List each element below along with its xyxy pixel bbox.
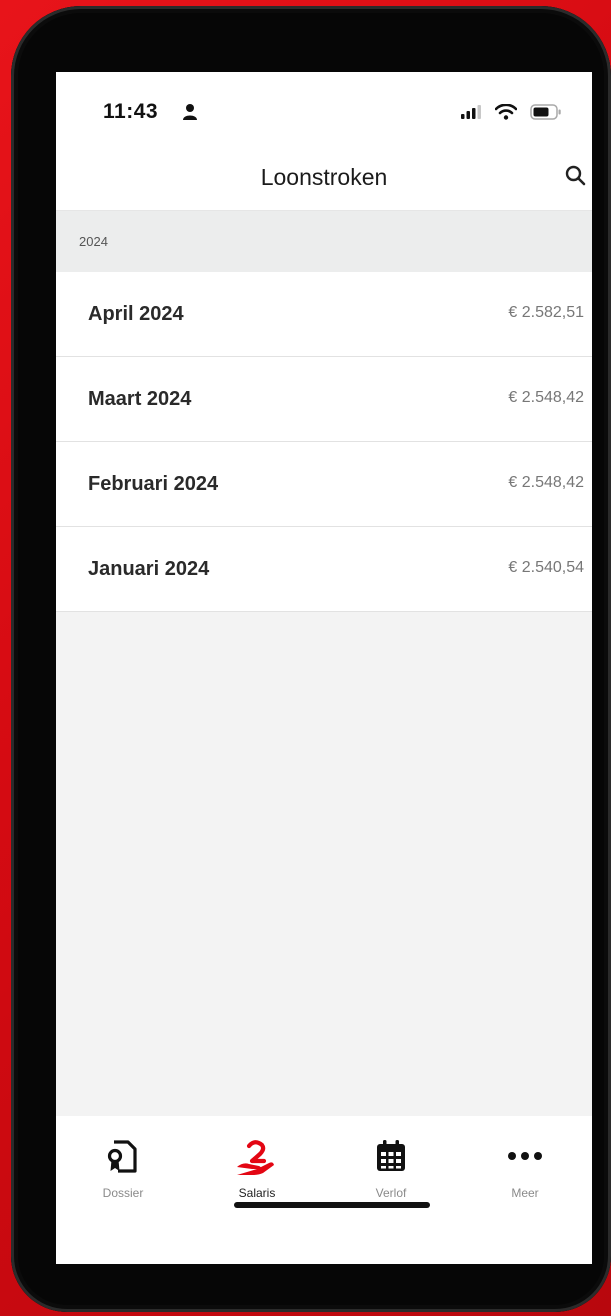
payslip-row[interactable]: Januari 2024 € 2.540,54	[56, 527, 592, 612]
tab-verlof[interactable]: Verlof	[324, 1116, 458, 1206]
tab-bar: Dossier Salaris Verlof Meer	[56, 1116, 592, 1264]
payslip-month-label: Februari 2024	[88, 473, 219, 495]
battery-icon	[530, 104, 561, 120]
payslip-row[interactable]: Februari 2024 € 2.548,42	[56, 442, 592, 527]
tab-meer[interactable]: Meer	[458, 1116, 592, 1206]
more-icon	[508, 1152, 542, 1160]
salary-hand-icon	[237, 1140, 274, 1175]
status-time: 11:43	[103, 100, 159, 123]
tab-dossier[interactable]: Dossier	[56, 1116, 190, 1206]
tab-label: Verlof	[375, 1186, 407, 1200]
app-screen: 11:43 Loonstroken 2024 April 2024 € 2.58…	[56, 72, 592, 1264]
tab-label: Dossier	[102, 1186, 144, 1200]
payslip-month-label: Maart 2024	[88, 388, 192, 410]
dossier-icon	[107, 1140, 137, 1173]
section-header: 2024	[56, 211, 592, 272]
payslip-amount: € 2.582,51	[508, 304, 584, 321]
tab-salaris[interactable]: Salaris	[190, 1116, 324, 1206]
phone-frame: 11:43 Loonstroken 2024 April 2024 € 2.58…	[11, 6, 611, 1312]
page-title: Loonstroken	[260, 164, 388, 190]
tab-label: Meer	[511, 1186, 539, 1200]
payslip-amount: € 2.540,54	[508, 559, 584, 576]
payslip-row[interactable]: April 2024 € 2.582,51	[56, 272, 592, 357]
payslip-amount: € 2.548,42	[508, 474, 584, 491]
cellular-signal-icon	[461, 105, 481, 119]
navigation-bar: Loonstroken	[56, 146, 592, 211]
wifi-icon	[495, 104, 517, 120]
status-bar: 11:43	[56, 72, 592, 146]
payslip-amount: € 2.548,42	[508, 389, 584, 406]
calendar-icon	[377, 1140, 405, 1171]
payslip-list: April 2024 € 2.582,51 Maart 2024 € 2.548…	[56, 272, 592, 612]
section-year-label: 2024	[79, 234, 108, 249]
payslip-row[interactable]: Maart 2024 € 2.548,42	[56, 357, 592, 442]
payslip-month-label: April 2024	[88, 303, 184, 325]
home-indicator[interactable]	[234, 1202, 430, 1208]
person-icon	[183, 104, 197, 120]
search-icon[interactable]	[562, 162, 590, 190]
tab-label: Salaris	[238, 1186, 276, 1200]
payslip-month-label: Januari 2024	[88, 558, 210, 580]
